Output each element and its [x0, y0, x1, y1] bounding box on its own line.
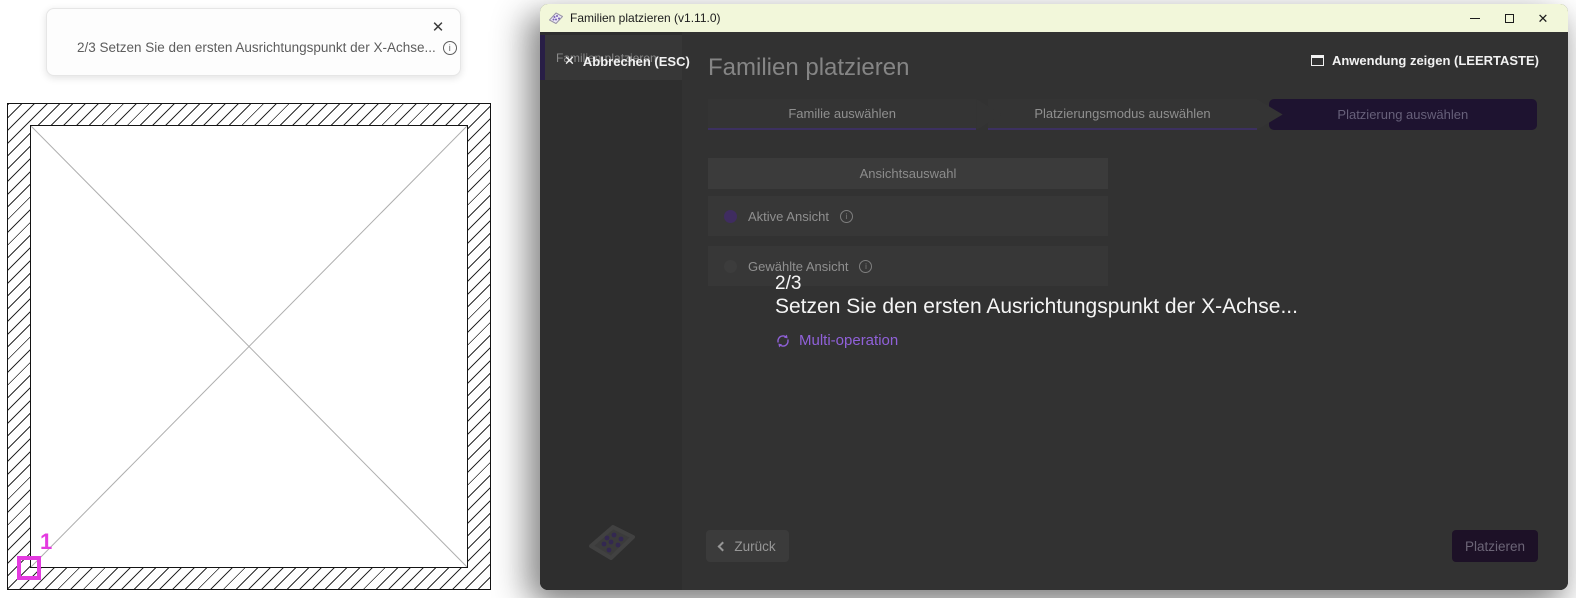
dialog-body: Familien platzieren Familien platzieren … — [540, 32, 1568, 590]
option-aktive-ansicht[interactable]: Aktive Ansicht i — [708, 196, 1108, 236]
option-label: Gewählte Ansicht — [748, 258, 849, 274]
toast-close-icon[interactable]: ✕ — [428, 17, 448, 37]
window-titlebar[interactable]: Familien platzieren (v1.11.0) ✕ — [540, 4, 1568, 32]
close-icon: ✕ — [564, 53, 575, 68]
radio-unselected-icon[interactable] — [724, 259, 737, 273]
radio-selected-icon[interactable] — [724, 209, 737, 223]
tab-label: Platzierung auswählen — [1337, 107, 1469, 122]
toast-notification: ✕ 2/3 Setzen Sie den ersten Ausrichtungs… — [46, 8, 461, 76]
tab-familie-auswaehlen[interactable]: Familie auswählen — [708, 99, 1003, 130]
info-icon[interactable]: i — [859, 259, 873, 273]
window-icon — [1310, 55, 1324, 66]
info-icon[interactable]: i — [839, 209, 853, 223]
cad-inner-rect[interactable] — [30, 125, 468, 568]
panel-header: Ansichtsauswahl — [708, 158, 1108, 189]
page-title: Familien platzieren — [708, 54, 910, 81]
alignment-point-label: 1 — [40, 529, 53, 554]
cad-canvas[interactable] — [7, 103, 491, 590]
tab-platzierung-auswaehlen[interactable]: Platzierung auswählen — [1268, 99, 1537, 130]
tab-label: Familie auswählen — [788, 106, 896, 121]
sidebar: Familien platzieren — [540, 32, 682, 590]
place-button[interactable]: Platzieren — [1452, 530, 1538, 562]
option-gewaehlte-ansicht[interactable]: Gewählte Ansicht i — [708, 246, 1108, 286]
alignment-point-marker[interactable] — [17, 556, 41, 580]
view-selection-panel: Ansichtsauswahl Aktive Ansicht i Gewählt… — [708, 158, 1108, 286]
dice-logo-icon — [589, 525, 635, 560]
tab-label: Platzierungsmodus auswählen — [1034, 106, 1211, 121]
close-button[interactable]: ✕ — [1526, 6, 1560, 30]
multi-operation-label: Multi-operation — [799, 332, 899, 349]
diagonal-cross-lines — [31, 126, 467, 567]
step-counter: 2/3 — [775, 273, 802, 294]
cancel-label: Abbrechen (ESC) — [582, 53, 690, 69]
option-label: Aktive Ansicht — [748, 208, 829, 224]
maximize-icon — [1504, 13, 1514, 23]
instruction-text: Setzen Sie den ersten Ausrichtungspunkt … — [775, 295, 1298, 318]
app-logo-icon — [549, 12, 563, 24]
show-application-button[interactable]: Anwendung zeigen (LEERTASTE) — [1310, 53, 1539, 68]
info-icon[interactable]: i — [442, 40, 457, 55]
show-application-label: Anwendung zeigen (LEERTASTE) — [1331, 53, 1539, 68]
maximize-button[interactable] — [1492, 6, 1526, 30]
place-button-label: Platzieren — [1464, 538, 1526, 554]
cancel-button[interactable]: ✕ Abbrechen (ESC) — [564, 53, 690, 69]
tab-platzierungsmodus-auswaehlen[interactable]: Platzierungsmodus auswählen — [988, 99, 1283, 130]
multi-operation-toggle[interactable]: Multi-operation — [775, 332, 898, 349]
sync-icon — [777, 334, 789, 347]
chevron-left-icon — [717, 541, 728, 552]
back-button-label: Zurück — [734, 538, 776, 554]
wizard-steps: Familie auswählen Platzierungsmodus ausw… — [708, 99, 1537, 130]
back-button[interactable]: Zurück — [706, 530, 789, 562]
minimize-icon — [1470, 17, 1480, 19]
toast-message: 2/3 Setzen Sie den ersten Ausrichtungspu… — [77, 40, 436, 55]
window-title: Familien platzieren (v1.11.0) — [570, 11, 721, 25]
app-window: Familien platzieren (v1.11.0) ✕ Familien… — [540, 4, 1568, 590]
minimize-button[interactable] — [1458, 6, 1492, 30]
